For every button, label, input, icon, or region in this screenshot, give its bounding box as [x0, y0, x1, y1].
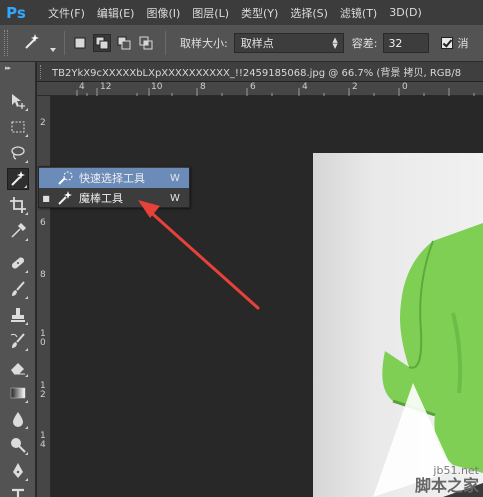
- intersect-selection-icon: [139, 36, 153, 50]
- horizontal-ruler[interactable]: 4 12 10 8 6 4 2 0: [37, 82, 483, 96]
- menu-type[interactable]: 类型(Y): [241, 5, 278, 21]
- ruler-h-label: 4: [79, 82, 85, 92]
- history-brush-tool[interactable]: [7, 330, 29, 352]
- clone-stamp-tool[interactable]: [7, 304, 29, 326]
- quick-selection-icon: [55, 170, 75, 186]
- selected-bullet-icon: ■: [42, 193, 50, 203]
- collapse-panel-icon[interactable]: ▸▸: [5, 64, 11, 72]
- sample-size-value: 取样点: [240, 37, 274, 50]
- updown-icon: ▲ ▼: [332, 36, 338, 50]
- gradient-tool[interactable]: [7, 382, 29, 404]
- ruler-h-label: 0: [402, 82, 408, 92]
- tab-grip[interactable]: [40, 64, 44, 79]
- document-image[interactable]: [313, 153, 483, 497]
- menu-layer[interactable]: 图层(L): [192, 5, 229, 21]
- chevron-down-icon: [50, 48, 56, 52]
- move-tool[interactable]: [7, 90, 29, 112]
- ruler-v-label: 1 2: [40, 381, 46, 400]
- menu-3d[interactable]: 3D(D): [389, 6, 422, 19]
- ruler-h-label: 2: [352, 82, 358, 92]
- magic-wand-icon: [55, 190, 75, 206]
- sample-size-label: 取样大小:: [180, 37, 228, 50]
- ruler-v-label: 1 4: [40, 431, 46, 450]
- options-bar: 取样大小: 取样点 ▲ ▼ 容差: 32 消: [0, 25, 483, 62]
- green-tshirt: [373, 223, 483, 497]
- menu-edit[interactable]: 编辑(E): [97, 5, 135, 21]
- eyedropper-tool[interactable]: [7, 220, 29, 242]
- divider: [64, 31, 65, 55]
- tool-flyout-menu: 快速选择工具 W ■ 魔棒工具 W: [38, 166, 190, 208]
- ruler-v-label: 1 0: [40, 329, 46, 348]
- blur-tool[interactable]: [7, 408, 29, 430]
- document-tab[interactable]: TB2YkX9cXXXXXbLXpXXXXXXXXXX_!!2459185068…: [37, 62, 483, 82]
- antialias-checkbox[interactable]: [441, 37, 454, 49]
- watermark: jb51.net 脚本之家: [415, 464, 479, 495]
- add-to-selection-icon: [95, 36, 109, 50]
- menu-bar: Ps 文件(F) 编辑(E) 图像(I) 图层(L) 类型(Y) 选择(S) 滤…: [0, 0, 483, 25]
- ruler-h-label: 4: [302, 82, 308, 92]
- antialias-label: 消: [457, 37, 469, 50]
- ruler-h-label: 8: [200, 82, 206, 92]
- pen-tool[interactable]: [7, 460, 29, 482]
- ruler-v-label: 6: [40, 218, 46, 228]
- document-title: TB2YkX9cXXXXXbLXpXXXXXXXXXX_!!2459185068…: [52, 68, 462, 79]
- new-selection-icon: [74, 37, 86, 49]
- divider: [165, 31, 166, 55]
- ruler-h-label: 6: [250, 82, 256, 92]
- menu-file[interactable]: 文件(F): [48, 5, 85, 21]
- menu-filter[interactable]: 滤镜(T): [340, 5, 377, 21]
- eraser-tool[interactable]: [7, 356, 29, 378]
- flyout-item-shortcut: W: [170, 192, 180, 204]
- marquee-tool[interactable]: [7, 116, 29, 138]
- tolerance-input[interactable]: 32: [383, 33, 430, 53]
- flyout-item-label: 快速选择工具: [79, 172, 145, 185]
- vertical-ruler[interactable]: 2 4 6 8 1 0 1 2 1 4: [37, 96, 51, 497]
- subtract-selection-icon: [117, 36, 131, 50]
- subtract-from-selection-button[interactable]: [115, 34, 133, 52]
- ruler-v-label: 2: [40, 118, 46, 128]
- magic-wand-icon: [25, 34, 39, 49]
- ruler-h-label: 12: [100, 82, 112, 92]
- flyout-item-label: 魔棒工具: [79, 192, 123, 205]
- type-tool[interactable]: [7, 484, 29, 497]
- type-icon: [12, 488, 24, 497]
- crop-tool[interactable]: [7, 194, 29, 216]
- sample-size-select[interactable]: 取样点 ▲ ▼: [233, 33, 344, 53]
- healing-brush-tool[interactable]: [7, 252, 29, 274]
- brush-tool[interactable]: [7, 278, 29, 300]
- add-to-selection-button[interactable]: [93, 34, 111, 52]
- menu-image[interactable]: 图像(I): [146, 5, 180, 21]
- tool-preset-picker[interactable]: [20, 30, 58, 56]
- new-selection-button[interactable]: [71, 34, 89, 52]
- tools-panel: ▸▸: [0, 62, 36, 497]
- watermark-text: 脚本之家: [414, 476, 479, 495]
- flyout-item-shortcut: W: [170, 172, 180, 184]
- tolerance-label: 容差:: [351, 37, 378, 50]
- photoshop-logo: Ps: [6, 3, 26, 22]
- intersect-selection-button[interactable]: [137, 34, 155, 52]
- options-bar-grip[interactable]: [4, 30, 8, 56]
- magic-wand-tool[interactable]: [7, 168, 29, 190]
- ruler-v-label: 8: [40, 270, 46, 280]
- flyout-item-quick-selection[interactable]: 快速选择工具 W: [39, 168, 189, 188]
- flyout-item-magic-wand[interactable]: ■ 魔棒工具 W: [39, 188, 189, 208]
- lasso-tool[interactable]: [7, 142, 29, 164]
- ruler-h-label: 10: [151, 82, 163, 92]
- menu-select[interactable]: 选择(S): [290, 5, 328, 21]
- dodge-tool[interactable]: [7, 434, 29, 456]
